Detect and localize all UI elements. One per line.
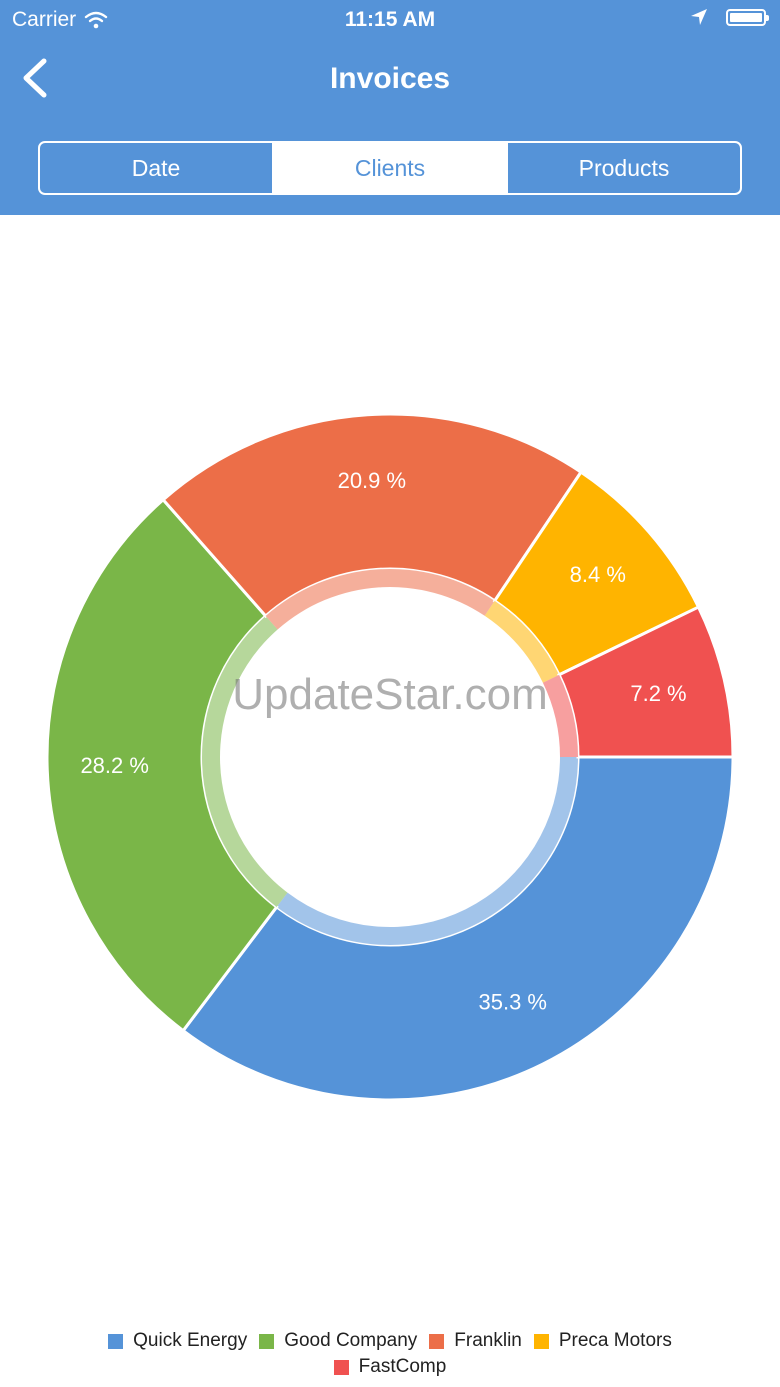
donut-chart: 35.3 % 28.2 % 20.9 % 8.4 % 7.2 %	[45, 412, 735, 1102]
segmented-control: Date Clients Products	[38, 141, 742, 195]
legend-label: Good Company	[284, 1330, 418, 1351]
location-arrow-icon	[691, 9, 707, 25]
battery-icon	[726, 8, 769, 26]
legend-label: Franklin	[454, 1330, 522, 1351]
legend-swatch	[259, 1333, 275, 1349]
slice-label-quick-energy: 35.3 %	[479, 989, 548, 1014]
legend-swatch	[333, 1359, 349, 1375]
chart-area: 35.3 % 28.2 % 20.9 % 8.4 % 7.2 % UpdateStar.…	[0, 215, 780, 1315]
slice-label-good-company: 28.2 %	[80, 753, 149, 778]
legend-item-good-company[interactable]: Good Company	[259, 1330, 417, 1352]
legend-item-franklin[interactable]: Franklin	[429, 1330, 522, 1352]
legend-item-preca-motors[interactable]: Preca Motors	[533, 1330, 672, 1352]
legend-label: FastComp	[358, 1356, 447, 1377]
legend-swatch	[429, 1333, 445, 1349]
legend-label: Preca Motors	[558, 1330, 672, 1351]
slice-label-franklin: 20.9 %	[338, 468, 407, 493]
tab-clients[interactable]: Clients	[274, 143, 508, 193]
tab-date[interactable]: Date	[40, 143, 274, 193]
legend-label: Quick Energy	[133, 1330, 248, 1351]
chart-legend: Quick Energy Good Company Franklin Preca Mo…	[60, 1330, 720, 1378]
legend-swatch	[533, 1333, 549, 1349]
invoices-screen: Carrier 11:15 AM Invoices Date Clients P…	[0, 0, 780, 1387]
legend-item-fastcomp[interactable]: FastComp	[333, 1356, 447, 1378]
status-bar: Carrier 11:15 AM	[0, 0, 780, 40]
header: Carrier 11:15 AM Invoices Date Clients P…	[0, 0, 780, 215]
slice-label-fastcomp: 7.2 %	[630, 681, 686, 706]
status-time: 11:15 AM	[344, 8, 436, 31]
status-right	[690, 8, 769, 26]
page-title: Invoices	[329, 62, 451, 95]
legend-swatch	[108, 1333, 124, 1349]
nav-bar: Invoices	[0, 40, 780, 120]
tab-products[interactable]: Products	[508, 143, 740, 193]
slice-label-preca-motors: 8.4 %	[570, 562, 626, 587]
legend-item-quick-energy[interactable]: Quick Energy	[108, 1330, 247, 1352]
